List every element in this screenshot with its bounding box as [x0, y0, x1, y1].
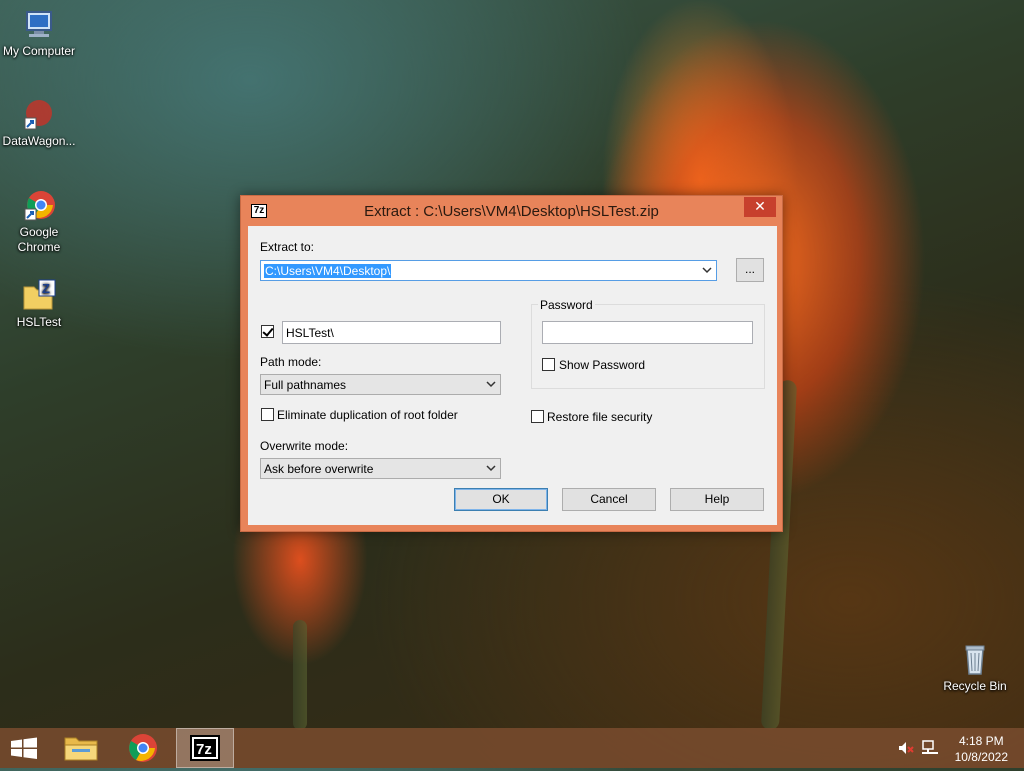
overwrite-mode-value: Ask before overwrite [264, 462, 374, 476]
desktop-icon-label: DataWagon... [2, 134, 76, 148]
dialog-title-bar[interactable]: 7z Extract : C:\Users\VM4\Desktop\HSLTes… [241, 196, 782, 226]
desktop-icon-label: HSLTest [16, 315, 62, 329]
restore-security-label[interactable]: Restore file security [547, 410, 652, 424]
eliminate-duplication-label[interactable]: Eliminate duplication of root folder [277, 408, 458, 422]
overwrite-mode-select[interactable]: Ask before overwrite [260, 458, 501, 479]
subfolder-checkbox[interactable] [261, 325, 274, 338]
desktop-icon-my-computer[interactable]: My Computer [0, 8, 79, 59]
cancel-button[interactable]: Cancel [562, 488, 656, 511]
taskbar-file-explorer[interactable] [52, 728, 110, 768]
desktop-icon-label: Google Chrome [17, 225, 61, 254]
taskbar: 7z 4:18 PM 10/8/2022 [0, 728, 1024, 768]
desktop-icon-hsltest[interactable]: Z HSLTest [0, 279, 79, 330]
restore-security-checkbox[interactable] [531, 410, 544, 423]
password-input[interactable] [542, 321, 753, 344]
show-password-label[interactable]: Show Password [559, 358, 645, 372]
chevron-down-icon [702, 267, 712, 274]
desktop-icon-google-chrome[interactable]: Google Chrome [0, 189, 79, 255]
clock-date: 10/8/2022 [954, 750, 1008, 764]
svg-text:Z: Z [42, 281, 50, 296]
computer-icon [22, 8, 56, 42]
path-mode-value: Full pathnames [264, 378, 347, 392]
password-group-label: Password [538, 298, 595, 312]
chrome-icon [129, 734, 157, 762]
windows-logo-icon [11, 737, 37, 759]
desktop-icon-label: My Computer [2, 44, 76, 58]
svg-text:7z: 7z [196, 741, 212, 758]
path-mode-select[interactable]: Full pathnames [260, 374, 501, 395]
desktop-icon-recycle-bin[interactable]: Recycle Bin [935, 643, 1015, 694]
file-explorer-icon [64, 737, 98, 761]
start-button[interactable] [0, 728, 58, 768]
desktop-icon-datawagon[interactable]: DataWagon... [0, 98, 79, 149]
recycle-bin-icon [958, 643, 992, 677]
system-clock[interactable]: 4:18 PM 10/8/2022 [955, 733, 1008, 765]
help-button[interactable]: Help [670, 488, 764, 511]
extract-dialog: 7z Extract : C:\Users\VM4\Desktop\HSLTes… [240, 195, 783, 532]
taskbar-chrome[interactable] [114, 728, 172, 768]
extract-to-combo[interactable]: C:\Users\VM4\Desktop\ [260, 260, 717, 281]
chrome-icon [22, 189, 56, 223]
close-button[interactable]: ✕ [744, 197, 776, 217]
path-mode-label: Path mode: [260, 355, 322, 369]
clock-time: 4:18 PM [958, 734, 1004, 748]
eliminate-duplication-checkbox[interactable] [261, 408, 274, 421]
chevron-down-icon [486, 465, 496, 472]
extract-to-value[interactable]: C:\Users\VM4\Desktop\ [264, 264, 392, 278]
show-password-checkbox[interactable] [542, 358, 555, 371]
7zip-icon: 7z [190, 735, 220, 761]
chevron-down-icon [486, 381, 496, 388]
desktop-icon-label: Recycle Bin [943, 679, 1007, 693]
zip-folder-icon: Z [22, 279, 56, 313]
speaker-muted-icon[interactable] [897, 740, 915, 756]
browse-button[interactable]: ... [736, 258, 764, 282]
overwrite-mode-label: Overwrite mode: [260, 439, 349, 453]
extract-to-label: Extract to: [260, 240, 315, 254]
ok-button[interactable]: OK [454, 488, 548, 511]
datawagon-icon [22, 98, 56, 132]
password-group [531, 304, 765, 389]
taskbar-7zip[interactable]: 7z [176, 728, 234, 768]
subfolder-input[interactable]: HSLTest\ [282, 321, 501, 344]
subfolder-value: HSLTest\ [286, 326, 334, 340]
dialog-client-area: Extract to: C:\Users\VM4\Desktop\ ... HS… [248, 226, 777, 525]
network-icon[interactable] [921, 740, 939, 756]
dialog-title: Extract : C:\Users\VM4\Desktop\HSLTest.z… [364, 203, 659, 220]
